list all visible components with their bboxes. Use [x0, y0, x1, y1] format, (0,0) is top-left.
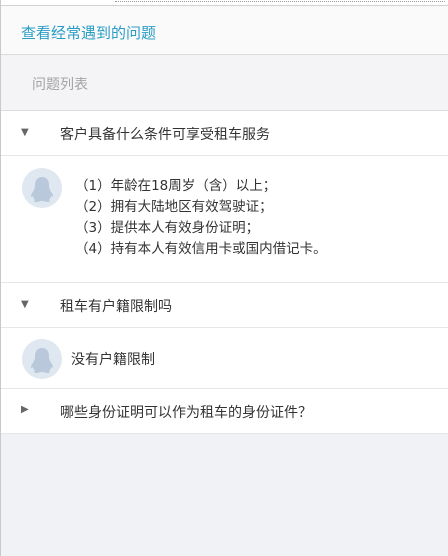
- faq-answer-text: （1）年龄在18周岁（含）以上； （2）拥有大陆地区有效驾驶证； （3）提供本人…: [75, 176, 327, 260]
- section-header: 问题列表: [1, 55, 448, 111]
- faq-question-row[interactable]: ▶ 哪些身份证明可以作为租车的身份证件？: [1, 389, 448, 434]
- page-title[interactable]: 查看经常遇到的问题: [21, 22, 156, 43]
- penguin-avatar-icon: [22, 339, 62, 379]
- faq-list: ▼ 客户具备什么条件可享受租车服务 （1）年龄在18周岁（含）以上； （2）拥有…: [1, 111, 448, 434]
- answer-line: （3）提供本人有效身份证明；: [75, 220, 260, 236]
- expand-triangle-icon[interactable]: ▼: [21, 299, 29, 311]
- faq-question-row[interactable]: ▼ 客户具备什么条件可享受租车服务: [1, 111, 448, 156]
- faq-answer-text: 没有户籍限制: [71, 352, 155, 368]
- penguin-avatar-icon: [22, 168, 62, 208]
- faq-question-text: 哪些身份证明可以作为租车的身份证件？: [60, 405, 312, 421]
- faq-question-text: 租车有户籍限制吗: [60, 299, 172, 315]
- faq-question-text: 客户具备什么条件可享受租车服务: [60, 127, 270, 143]
- expand-triangle-icon[interactable]: ▼: [21, 127, 29, 139]
- faq-answer-row: 没有户籍限制: [1, 328, 448, 389]
- url-strip-edge: [115, 0, 445, 2]
- faq-window: 查看经常遇到的问题 问题列表 ▼ 客户具备什么条件可享受租车服务 （1）年龄在1…: [0, 0, 448, 556]
- answer-line: （1）年龄在18周岁（含）以上；: [75, 178, 277, 194]
- answer-line: （4）持有本人有效信用卡或国内借记卡。: [75, 241, 327, 257]
- section-title: 问题列表: [32, 77, 88, 93]
- answer-line: （2）拥有大陆地区有效驾驶证；: [75, 199, 273, 215]
- faq-question-row[interactable]: ▼ 租车有户籍限制吗: [1, 283, 448, 328]
- faq-answer-row: （1）年龄在18周岁（含）以上； （2）拥有大陆地区有效驾驶证； （3）提供本人…: [1, 156, 448, 283]
- collapse-triangle-icon[interactable]: ▶: [21, 404, 29, 416]
- page-header: 查看经常遇到的问题: [1, 6, 448, 55]
